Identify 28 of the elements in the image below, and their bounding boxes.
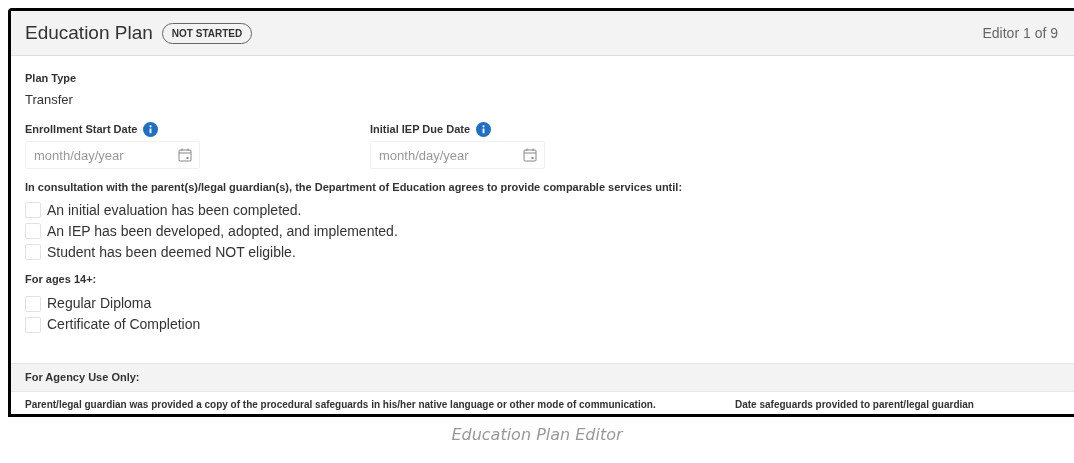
checkbox-label: An initial evaluation has been completed. <box>47 200 302 220</box>
calendar-icon[interactable] <box>178 148 192 162</box>
question-text: In consultation with the parent(s)/legal guardian(s), the Department of Education agrees to provide comparable services until: <box>25 180 684 195</box>
checkbox[interactable] <box>25 202 41 218</box>
checkbox[interactable] <box>25 244 41 260</box>
section-header: For Agency Use Only: <box>11 363 1074 392</box>
field-label: Date safeguards provided to parent/legal guardian <box>735 398 974 412</box>
field-value: Transfer <box>25 90 74 109</box>
checkbox-label: Regular Diploma <box>47 294 152 313</box>
date-field[interactable]: month/day/year <box>370 141 545 169</box>
field-label: Initial IEP Due Date <box>370 121 471 137</box>
field-label: Enrollment Start Date <box>25 121 138 137</box>
checkbox-label: An IEP has been developed, adopted, and implemented. <box>47 221 398 241</box>
field-label: Plan Type <box>25 71 78 86</box>
checkbox[interactable] <box>25 316 41 333</box>
section-label: For ages 14+: <box>25 271 98 287</box>
calendar-icon[interactable] <box>523 148 537 162</box>
info-icon[interactable] <box>143 121 159 137</box>
checkbox-label: Certificate of Completion <box>47 315 201 334</box>
checkbox[interactable] <box>25 295 41 312</box>
page-title: Education Plan <box>25 20 153 45</box>
checkbox[interactable] <box>25 223 41 239</box>
date-field[interactable]: month/day/year <box>25 141 200 169</box>
info-icon[interactable] <box>476 121 492 137</box>
field-label: Parent/legal guardian was provided a copy of the procedural safeguards in his/her native language or other mode of communication. <box>25 398 657 412</box>
figure-caption: Education Plan Editor <box>450 424 625 446</box>
editor-count: Editor 1 of 9 <box>982 23 1058 43</box>
checkbox-label: Student has been deemed NOT eligible. <box>47 242 296 262</box>
